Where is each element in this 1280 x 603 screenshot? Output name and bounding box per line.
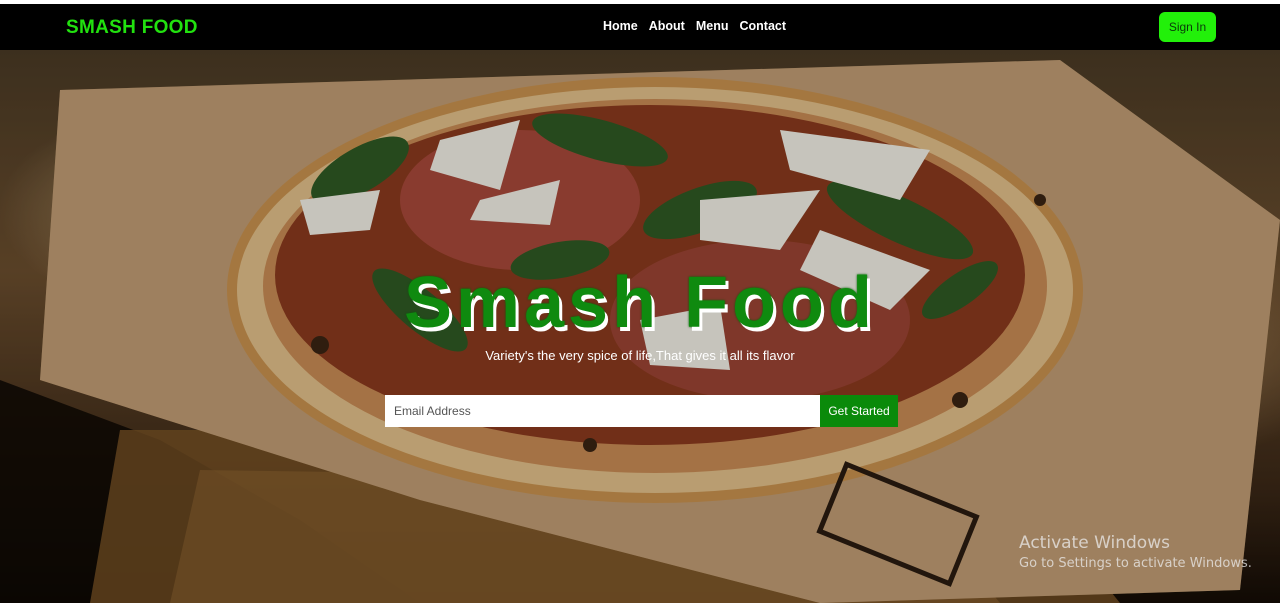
navbar: SMASH FOOD Home About Menu Contact Sign … — [0, 4, 1280, 50]
hero-section: Smash Food Variety's the very spice of l… — [0, 50, 1280, 603]
hero-subtitle: Variety's the very spice of life,That gi… — [485, 348, 795, 363]
brand-logo[interactable]: SMASH FOOD — [66, 17, 198, 39]
nav-link-about[interactable]: About — [649, 19, 685, 33]
nav-link-menu[interactable]: Menu — [696, 19, 729, 33]
activate-windows-watermark: Activate Windows Go to Settings to activ… — [1019, 533, 1252, 571]
nav-link-home[interactable]: Home — [603, 19, 638, 33]
watermark-title: Activate Windows — [1019, 533, 1170, 553]
sign-in-button[interactable]: Sign In — [1159, 12, 1216, 42]
email-signup-form: Get Started — [385, 395, 898, 427]
hero-title: Smash Food — [403, 263, 877, 343]
nav-links: Home About Menu Contact — [603, 19, 786, 33]
watermark-subtitle: Go to Settings to activate Windows. — [1019, 556, 1252, 571]
email-input[interactable] — [385, 395, 820, 427]
get-started-button[interactable]: Get Started — [820, 395, 898, 427]
nav-link-contact[interactable]: Contact — [739, 19, 786, 33]
